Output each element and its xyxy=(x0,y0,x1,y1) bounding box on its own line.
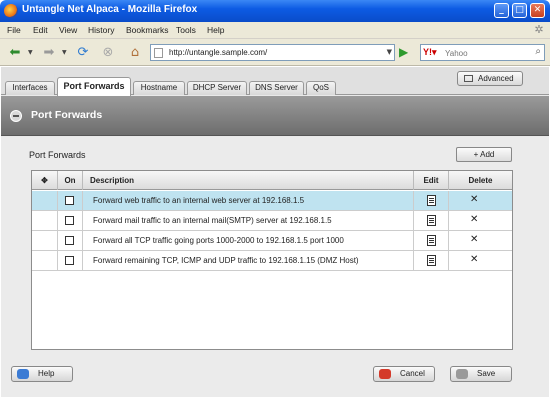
drag-handle-header-icon: ✥ xyxy=(32,171,58,190)
reload-icon[interactable]: ⟳ xyxy=(73,43,93,62)
cancel-button[interactable]: Cancel xyxy=(373,366,435,382)
search-bar[interactable]: Y!▾ ⌕ xyxy=(420,44,545,61)
menu-help[interactable]: Help xyxy=(207,25,224,35)
edit-icon[interactable] xyxy=(427,255,436,266)
firefox-logo-icon xyxy=(4,4,18,18)
table-row[interactable]: Forward mail traffic to an internal mail… xyxy=(32,211,512,231)
header-edit: Edit xyxy=(414,171,449,190)
save-button[interactable]: Save xyxy=(450,366,512,382)
url-dropdown-icon[interactable]: ▼ xyxy=(387,48,392,56)
grid-header: ✥ On Description Edit Delete xyxy=(32,171,512,190)
collapse-icon[interactable] xyxy=(10,110,22,122)
save-check-icon xyxy=(456,369,468,379)
advanced-label: Advanced xyxy=(478,74,514,83)
panel-header: Port Forwards xyxy=(1,96,549,136)
tab-interfaces[interactable]: Interfaces xyxy=(5,81,55,95)
enable-checkbox[interactable] xyxy=(65,256,74,265)
menu-history[interactable]: History xyxy=(88,25,114,35)
header-delete: Delete xyxy=(468,176,493,185)
add-button[interactable]: + Add xyxy=(456,147,512,162)
home-icon[interactable]: ⌂ xyxy=(125,43,145,62)
yahoo-engine-icon[interactable]: Y!▾ xyxy=(423,47,441,59)
search-icon[interactable]: ⌕ xyxy=(535,46,541,57)
panel-title: Port Forwards xyxy=(31,109,103,121)
stop-icon[interactable]: ⊗ xyxy=(98,43,118,62)
throbber-icon: ✲ xyxy=(534,23,544,36)
help-button[interactable]: Help xyxy=(11,366,73,382)
tab-dhcp-server[interactable]: DHCP Server xyxy=(187,81,247,95)
header-description[interactable]: Description xyxy=(83,171,414,190)
main-panel: Port Forwards + Add ✥ On Description Edi… xyxy=(1,137,549,361)
search-input[interactable] xyxy=(445,47,525,59)
save-label: Save xyxy=(477,369,496,378)
advanced-icon xyxy=(464,75,473,82)
footer-bar: Help Cancel Save xyxy=(1,361,549,397)
delete-icon[interactable]: ✕ xyxy=(470,193,478,207)
delete-icon[interactable]: ✕ xyxy=(470,233,478,247)
port-forwards-grid: ✥ On Description Edit Delete Forward web… xyxy=(31,170,513,350)
description-cell: Forward web traffic to an internal web s… xyxy=(83,191,414,211)
delete-icon[interactable]: ✕ xyxy=(470,213,478,227)
menu-bookmarks[interactable]: Bookmarks xyxy=(126,25,169,35)
forward-history-dropdown-icon[interactable]: ▼ xyxy=(62,49,67,56)
cancel-icon xyxy=(379,369,391,379)
page-icon xyxy=(154,48,163,58)
forward-arrow-icon[interactable]: ➡ xyxy=(38,43,60,62)
menu-edit[interactable]: Edit xyxy=(33,25,48,35)
help-icon xyxy=(17,369,29,379)
tab-port-forwards[interactable]: Port Forwards xyxy=(57,77,131,96)
advanced-button[interactable]: Advanced xyxy=(457,71,523,86)
drag-handle-cell[interactable] xyxy=(32,231,58,251)
description-cell: Forward mail traffic to an internal mail… xyxy=(83,211,414,231)
edit-icon[interactable] xyxy=(427,235,436,246)
tab-strip: Interfaces Port Forwards Hostname DHCP S… xyxy=(1,67,549,96)
tab-dns-server[interactable]: DNS Server xyxy=(249,81,304,95)
delete-icon[interactable]: ✕ xyxy=(470,253,478,267)
minimize-button[interactable]: _ xyxy=(494,3,509,18)
edit-icon[interactable] xyxy=(427,195,436,206)
description-cell: Forward all TCP traffic going ports 1000… xyxy=(83,231,414,251)
enable-checkbox[interactable] xyxy=(65,196,74,205)
close-button[interactable]: ✕ xyxy=(530,3,545,18)
cancel-label: Cancel xyxy=(400,369,425,378)
header-on[interactable]: On xyxy=(58,171,83,190)
go-arrow-icon[interactable]: ▶ xyxy=(399,45,413,60)
maximize-button[interactable]: □ xyxy=(512,3,527,18)
help-label: Help xyxy=(38,369,55,378)
window-titlebar: Untangle Net Alpaca - Mozilla Firefox _ … xyxy=(0,0,550,22)
menu-view[interactable]: View xyxy=(59,25,77,35)
tab-hostname[interactable]: Hostname xyxy=(133,81,185,95)
menu-file[interactable]: File xyxy=(7,25,21,35)
menu-bar: File Edit View History Bookmarks Tools H… xyxy=(0,22,550,39)
drag-handle-cell[interactable] xyxy=(32,191,58,211)
description-cell: Forward remaining TCP, ICMP and UDP traf… xyxy=(83,251,414,271)
enable-checkbox[interactable] xyxy=(65,236,74,245)
tab-qos[interactable]: QoS xyxy=(306,81,336,95)
back-arrow-icon[interactable]: ⬅ xyxy=(4,43,26,62)
menu-tools[interactable]: Tools xyxy=(176,25,196,35)
drag-handle-cell[interactable] xyxy=(32,251,58,271)
enable-checkbox[interactable] xyxy=(65,216,74,225)
edit-icon[interactable] xyxy=(427,215,436,226)
section-title: Port Forwards xyxy=(29,150,86,160)
navigation-toolbar: ⬅ ▼ ➡ ▼ ⟳ ⊗ ⌂ http://untangle.sample.com… xyxy=(0,39,550,66)
url-bar[interactable]: http://untangle.sample.com/ ▼ xyxy=(150,44,395,61)
table-row[interactable]: Forward web traffic to an internal web s… xyxy=(32,191,512,211)
drag-handle-cell[interactable] xyxy=(32,211,58,231)
table-row[interactable]: Forward remaining TCP, ICMP and UDP traf… xyxy=(32,251,512,271)
url-text[interactable]: http://untangle.sample.com/ xyxy=(169,48,267,57)
window-title: Untangle Net Alpaca - Mozilla Firefox xyxy=(22,4,198,15)
table-row[interactable]: Forward all TCP traffic going ports 1000… xyxy=(32,231,512,251)
back-history-dropdown-icon[interactable]: ▼ xyxy=(28,49,33,56)
app-content: Interfaces Port Forwards Hostname DHCP S… xyxy=(1,67,549,397)
